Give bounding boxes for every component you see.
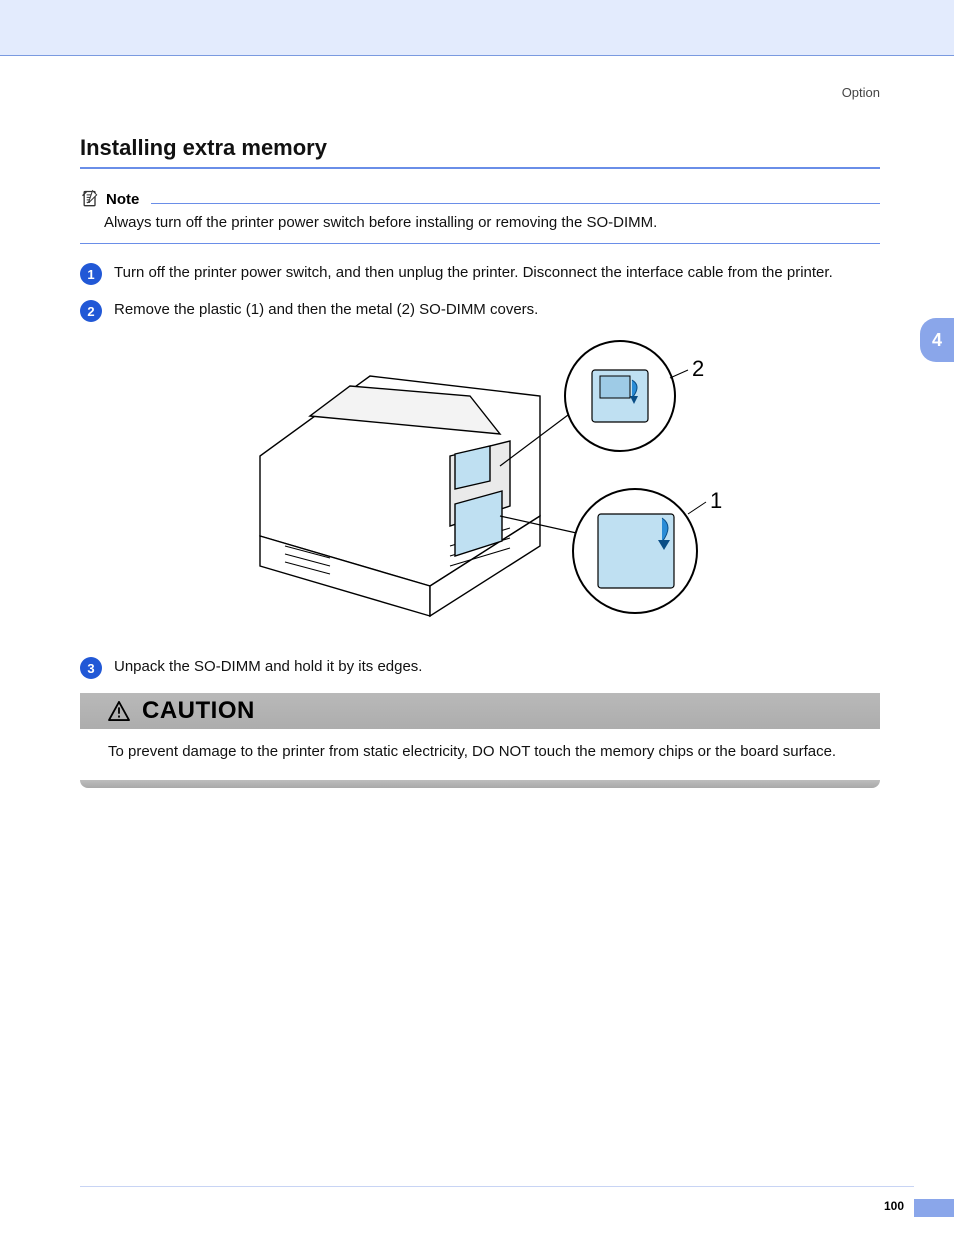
note-label: Note (106, 191, 139, 208)
step-1: 1 Turn off the printer power switch, and… (80, 262, 880, 285)
title-rule (80, 167, 880, 169)
step-3: 3 Unpack the SO-DIMM and hold it by its … (80, 656, 880, 679)
page-content: Installing extra memory Note Always turn… (80, 135, 880, 788)
warning-icon (108, 701, 130, 721)
step-bullet: 1 (80, 263, 102, 285)
step-bullet: 3 (80, 657, 102, 679)
caution-label: CAUTION (142, 697, 255, 725)
top-band (0, 0, 954, 56)
chapter-tab[interactable]: 4 (920, 318, 954, 362)
step-2: 2 Remove the plastic (1) and then the me… (80, 299, 880, 322)
caution-header: CAUTION (80, 693, 880, 729)
callout-label-1: 1 (710, 488, 722, 513)
section-header: Option (842, 85, 880, 100)
note-close-rule (80, 243, 880, 244)
caution-body: To prevent damage to the printer from st… (80, 729, 880, 780)
callout-label-2: 2 (692, 356, 704, 381)
illustration: 2 1 (80, 336, 880, 636)
step-bullet: 2 (80, 300, 102, 322)
note-body: Always turn off the printer power switch… (104, 213, 880, 233)
note-header: Note (80, 189, 880, 209)
page-number: 100 (884, 1199, 904, 1213)
note-rule (151, 203, 880, 204)
page-title: Installing extra memory (80, 135, 880, 161)
step-text: Turn off the printer power switch, and t… (114, 262, 833, 285)
step-text: Remove the plastic (1) and then the meta… (114, 299, 538, 322)
footer-accent (914, 1199, 954, 1217)
caution-footer-bar (80, 780, 880, 788)
printer-diagram: 2 1 (200, 336, 760, 636)
note-icon (80, 189, 100, 209)
step-text: Unpack the SO-DIMM and hold it by its ed… (114, 656, 422, 679)
footer-rule (80, 1186, 914, 1187)
